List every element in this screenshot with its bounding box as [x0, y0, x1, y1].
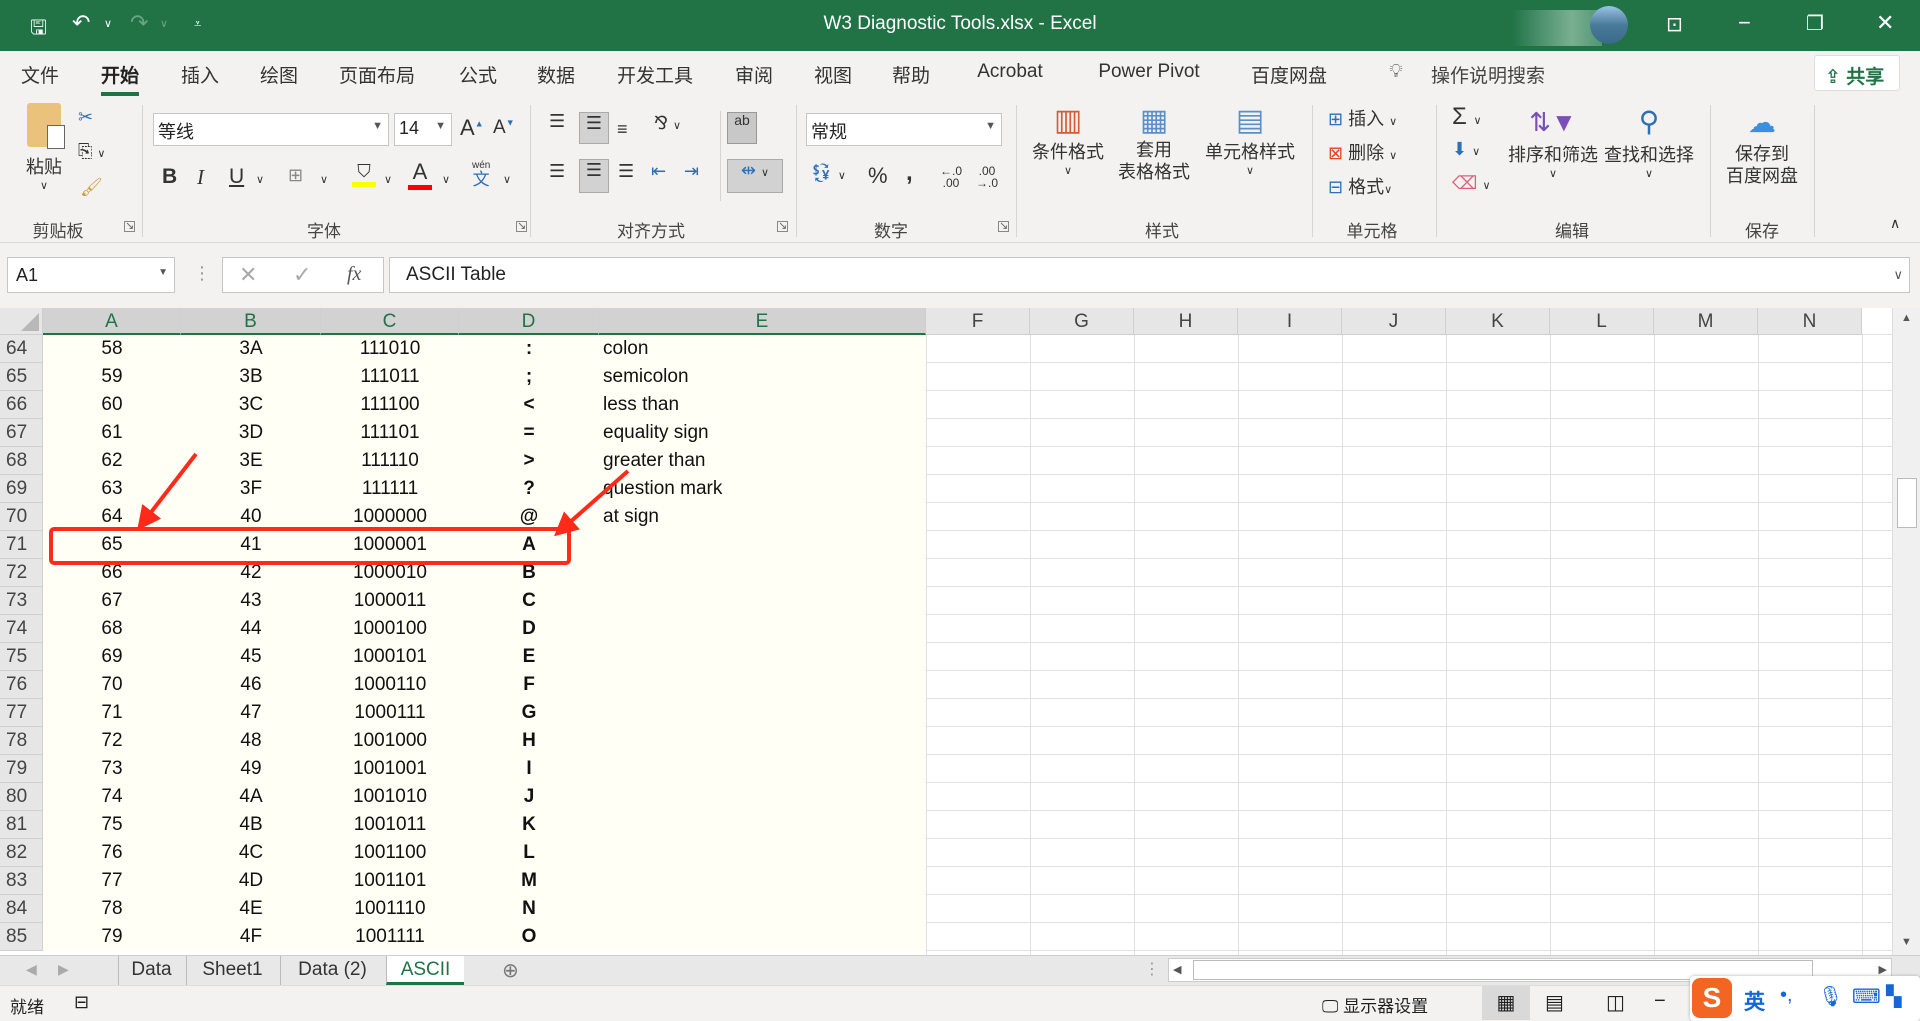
scroll-left-icon[interactable]: ◀: [1173, 963, 1181, 976]
microphone-icon[interactable]: 🎙︎: [1818, 984, 1843, 1009]
keyboard-icon[interactable]: ⌨: [1852, 984, 1881, 1009]
page-break-view-icon[interactable]: ◫: [1606, 990, 1625, 1015]
annotation-overlay: [49, 452, 630, 565]
sheet-tab-data-2[interactable]: Data (2): [280, 956, 384, 985]
sheet-tab-ascii[interactable]: ASCII: [386, 956, 464, 985]
sogou-logo-icon[interactable]: S: [1692, 978, 1732, 1018]
new-sheet-icon[interactable]: ⊕: [502, 958, 519, 983]
prev-sheet-icon[interactable]: ◀: [26, 961, 37, 978]
page-layout-view-icon[interactable]: ▤: [1545, 990, 1564, 1015]
sheet-tab-data[interactable]: Data: [118, 956, 184, 985]
highlight-box: [49, 527, 571, 565]
status-bar: 就绪 ⊟ 🖵︎ 显示器设置 ▦ ▤ ◫ − S 英 •, 🎙︎ ⌨ ▚: [0, 976, 1920, 1021]
scroll-right-icon[interactable]: ▶: [1879, 963, 1887, 976]
zoom-out-icon[interactable]: −: [1654, 990, 1666, 1013]
normal-view-icon[interactable]: ▦: [1482, 986, 1530, 1020]
monitor-icon: 🖵︎: [1322, 997, 1344, 1016]
status-ready: 就绪: [10, 998, 44, 1017]
sheet-tabs-bar: ◀ ▶ Data Sheet1 Data (2) ASCII ⊕ ⋮ ◀ ▶: [0, 955, 1920, 985]
toolbox-icon[interactable]: ▚: [1886, 984, 1901, 1009]
macro-record-icon[interactable]: ⊟: [74, 992, 89, 1013]
next-sheet-icon[interactable]: ▶: [58, 961, 69, 978]
arrow-right: [554, 469, 630, 537]
sheet-tab-sheet1[interactable]: Sheet1: [186, 956, 278, 985]
ime-toolbar: S 英 •, 🎙︎ ⌨ ▚: [1690, 976, 1920, 1021]
ime-language[interactable]: 英: [1744, 986, 1765, 1016]
display-settings-button[interactable]: 🖵︎ 显示器设置: [1322, 992, 1428, 1017]
arrow-left: [137, 452, 198, 531]
splitter-icon[interactable]: ⋮: [1144, 959, 1160, 979]
punctuation-icon[interactable]: •,: [1780, 984, 1793, 1007]
display-settings-label: 显示器设置: [1343, 997, 1429, 1016]
